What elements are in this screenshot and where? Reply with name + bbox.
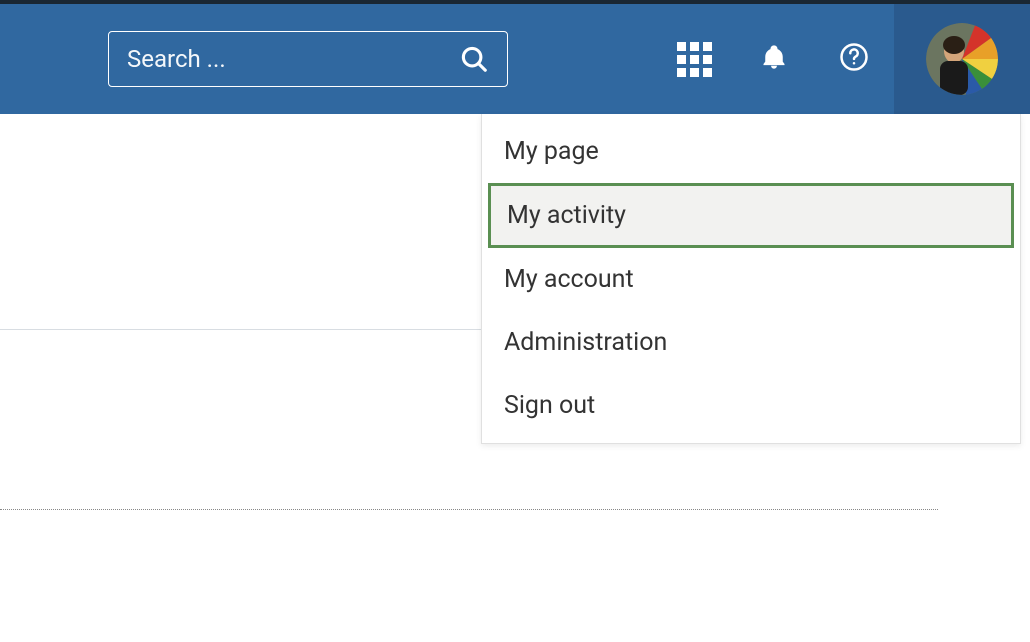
content-area: My page My activity My account Administr… (0, 114, 1030, 642)
user-dropdown-menu: My page My activity My account Administr… (481, 114, 1021, 444)
menu-item-sign-out[interactable]: Sign out (482, 374, 1020, 437)
notifications-button[interactable] (734, 4, 814, 114)
search-input[interactable] (127, 45, 459, 73)
menu-item-my-account[interactable]: My account (482, 248, 1020, 311)
main-header (0, 4, 1030, 114)
search-icon[interactable] (459, 44, 489, 74)
apps-button[interactable] (654, 4, 734, 114)
menu-item-my-activity[interactable]: My activity (488, 183, 1014, 248)
apps-grid-icon (677, 42, 712, 77)
user-menu-button[interactable] (894, 4, 1030, 114)
help-icon (839, 42, 869, 76)
help-button[interactable] (814, 4, 894, 114)
dotted-divider (0, 509, 938, 510)
search-box[interactable] (108, 31, 508, 87)
bell-icon (760, 43, 788, 75)
horizontal-divider (0, 329, 481, 330)
avatar (926, 23, 998, 95)
header-icon-group (654, 4, 1030, 114)
menu-item-my-page[interactable]: My page (482, 120, 1020, 183)
menu-item-administration[interactable]: Administration (482, 311, 1020, 374)
